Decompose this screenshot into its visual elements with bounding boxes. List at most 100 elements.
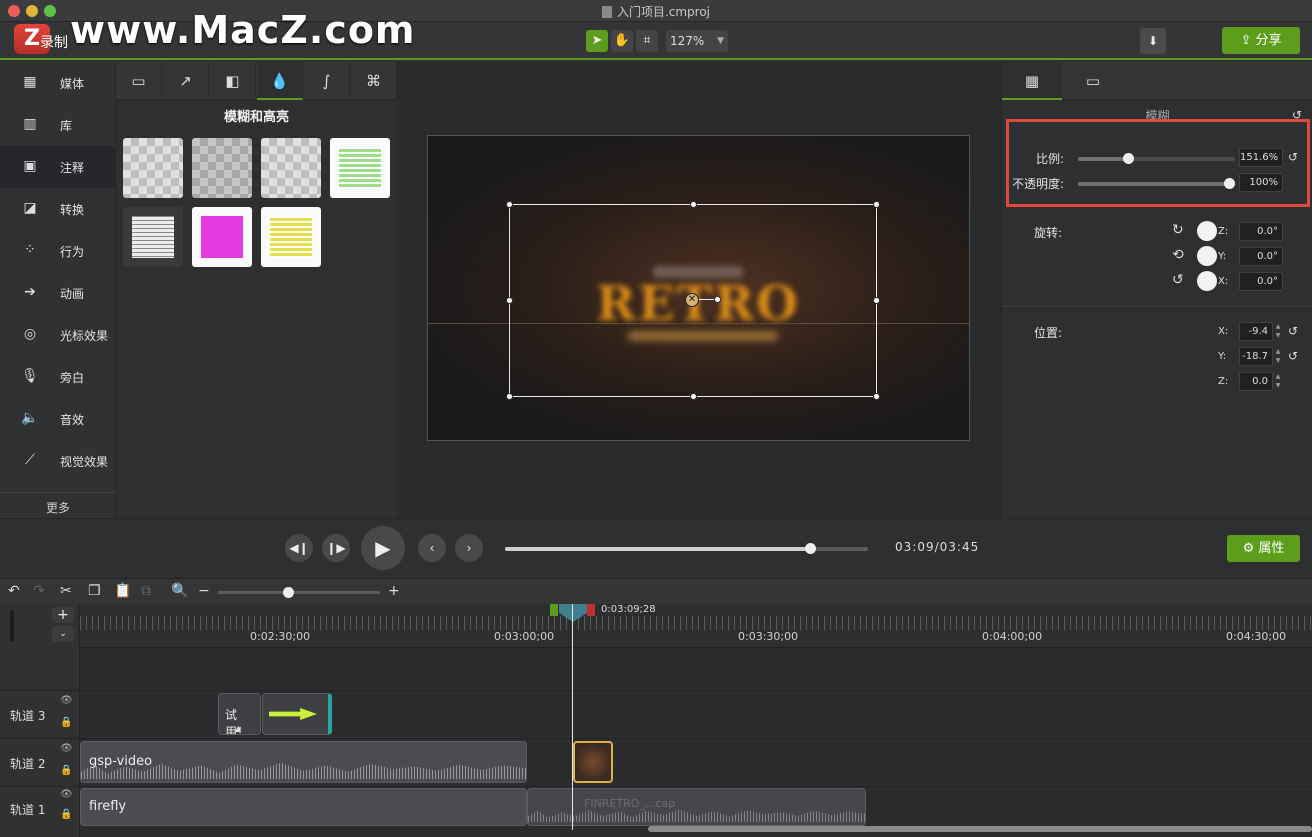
crop-tool-button[interactable]: ⌗ <box>636 30 658 52</box>
scale-slider[interactable] <box>1078 153 1235 164</box>
rotation-y-dial[interactable] <box>1197 246 1217 266</box>
track-height-slider[interactable] <box>10 610 14 642</box>
next-clip-button[interactable]: › <box>455 534 483 562</box>
record-button[interactable]: 录制 <box>40 32 68 52</box>
rotation-z-input[interactable]: 0.0° <box>1239 222 1283 241</box>
tab-visual-properties[interactable]: ▦ <box>1002 62 1062 100</box>
resize-handle[interactable] <box>873 297 880 304</box>
opacity-slider[interactable] <box>1078 178 1235 189</box>
position-z-input[interactable]: 0.0 <box>1239 372 1273 391</box>
tab-blur-highlight[interactable]: 💧 <box>257 62 303 100</box>
sidebar-item-audio-effects[interactable]: 🔈 音效 <box>0 398 116 440</box>
playback-scrubber[interactable] <box>505 543 868 554</box>
redo-icon[interactable]: ↷ <box>33 583 45 599</box>
rotation-y-input[interactable]: 0.0° <box>1239 247 1283 266</box>
zoom-out-icon[interactable]: − <box>198 583 210 599</box>
blur-thumbnail[interactable] <box>123 138 183 198</box>
step-back-button[interactable]: ◀❙ <box>285 534 313 562</box>
retro-thumbnail-clip[interactable] <box>573 741 613 783</box>
pointer-tool-button[interactable]: ➤ <box>586 30 608 52</box>
rotation-center-icon[interactable]: ✕ <box>685 293 699 307</box>
lock-icon[interactable]: 🔒 <box>60 717 72 728</box>
sidebar-item-behaviors[interactable]: ⁘ 行为 <box>0 230 116 272</box>
copy-icon[interactable]: ❐ <box>88 583 101 599</box>
tab-arrows[interactable]: ↗ <box>163 62 209 100</box>
sidebar-item-cursor-effects[interactable]: ◎ 光标效果 <box>0 314 116 356</box>
add-track-button[interactable]: + <box>52 607 74 623</box>
tab-annotation-properties[interactable]: ▭ <box>1063 62 1123 100</box>
zoom-in-icon[interactable]: + <box>388 583 400 599</box>
highlight-magenta-thumbnail[interactable] <box>192 207 252 267</box>
cut-icon[interactable]: ✂ <box>60 583 72 599</box>
lock-icon[interactable]: 🔒 <box>60 809 72 820</box>
more-button[interactable]: 更多 <box>0 492 116 518</box>
sidebar-item-voice-narration[interactable]: 🎙 旁白 <box>0 356 116 398</box>
timeline-zoom-slider[interactable] <box>218 587 380 598</box>
eye-icon[interactable]: 👁 <box>60 695 73 706</box>
previous-clip-button[interactable]: ‹ <box>418 534 446 562</box>
resize-handle[interactable] <box>690 393 697 400</box>
position-y-input[interactable]: -18.7 <box>1239 347 1273 366</box>
resize-handle[interactable] <box>506 297 513 304</box>
pixelate-thumbnail[interactable] <box>192 138 252 198</box>
eye-icon[interactable]: 👁 <box>60 743 73 754</box>
interactive-hotspot-thumbnail[interactable] <box>123 207 183 267</box>
reset-icon[interactable]: ↺ <box>1288 324 1298 338</box>
sidebar-item-visual-effects[interactable]: ⟋ 视觉效果 <box>0 440 116 482</box>
slider-knob[interactable] <box>1123 153 1134 164</box>
sidebar-item-annotations[interactable]: ▣ 注释 <box>0 146 116 188</box>
paste-icon[interactable]: 📋 <box>114 583 131 599</box>
out-point-marker[interactable] <box>587 604 595 616</box>
sidebar-item-library[interactable]: ▥ 库 <box>0 104 116 146</box>
spotlight-thumbnail[interactable] <box>261 138 321 198</box>
time-ruler[interactable]: 0:02:30;00 0:03:00;00 0:03:30;00 0:04:00… <box>80 604 1312 648</box>
slider-knob[interactable] <box>1224 178 1235 189</box>
tab-sketch-motion[interactable]: ∫ <box>304 62 350 100</box>
eye-icon[interactable]: 👁 <box>60 789 73 800</box>
lock-icon[interactable]: 🔒 <box>60 765 72 776</box>
reset-icon[interactable]: ↺ <box>1288 349 1298 363</box>
highlight-yellow-thumbnail[interactable] <box>261 207 321 267</box>
reset-icon[interactable]: ↺ <box>1288 150 1298 164</box>
play-button[interactable]: ▶ <box>361 526 405 570</box>
resize-handle[interactable] <box>690 201 697 208</box>
undo-icon[interactable]: ↶ <box>8 583 20 599</box>
sidebar-item-media[interactable]: ▦ 媒体 <box>0 62 116 104</box>
split-icon[interactable]: ⧉ <box>141 583 151 599</box>
scrubber-knob[interactable] <box>804 543 816 554</box>
rotation-z-dial[interactable] <box>1197 221 1217 241</box>
position-x-stepper[interactable]: ▲ ▼ <box>1274 322 1282 341</box>
zoom-select[interactable]: 127% ▼ <box>666 30 728 52</box>
properties-button[interactable]: ⚙ 属性 <box>1227 535 1300 562</box>
slider-knob[interactable] <box>283 587 294 598</box>
timeline-scrollbar[interactable] <box>648 826 1312 832</box>
zoom-icon[interactable]: 🔍 <box>171 583 188 599</box>
arrow-clip[interactable] <box>262 693 332 735</box>
pan-tool-button[interactable]: ✋ <box>611 30 633 52</box>
playhead-line[interactable] <box>572 604 573 830</box>
sidebar-item-transitions[interactable]: ◪ 转换 <box>0 188 116 230</box>
video-preview[interactable]: RETRO ✕ <box>427 135 970 441</box>
tab-callouts[interactable]: ▭ <box>116 62 162 100</box>
share-button[interactable]: ⇪ 分享 <box>1222 27 1300 54</box>
download-button[interactable]: ⬇ <box>1140 28 1166 54</box>
tab-shapes[interactable]: ◧ <box>210 62 256 100</box>
firefly-clip[interactable]: firefly <box>80 788 527 826</box>
step-forward-button[interactable]: ❙▶ <box>322 534 350 562</box>
scale-input[interactable]: 151.6% <box>1239 148 1283 167</box>
rotation-x-dial[interactable] <box>1197 271 1217 291</box>
tab-keystroke[interactable]: ⌘ <box>351 62 397 100</box>
position-x-input[interactable]: -9.4 <box>1239 322 1273 341</box>
position-y-stepper[interactable]: ▲ ▼ <box>1274 347 1282 366</box>
rotation-x-input[interactable]: 0.0° <box>1239 272 1283 291</box>
opacity-input[interactable]: 100% <box>1239 173 1283 192</box>
resize-handle[interactable] <box>873 393 880 400</box>
resize-handle[interactable] <box>506 393 513 400</box>
rotation-handle[interactable] <box>714 296 721 303</box>
position-z-stepper[interactable]: ▲ ▼ <box>1274 372 1282 391</box>
gsp-video-clip[interactable]: gsp-video <box>80 741 527 783</box>
resize-handle[interactable] <box>506 201 513 208</box>
in-point-marker[interactable] <box>550 604 558 616</box>
resize-handle[interactable] <box>873 201 880 208</box>
highlight-green-thumbnail[interactable] <box>330 138 390 198</box>
